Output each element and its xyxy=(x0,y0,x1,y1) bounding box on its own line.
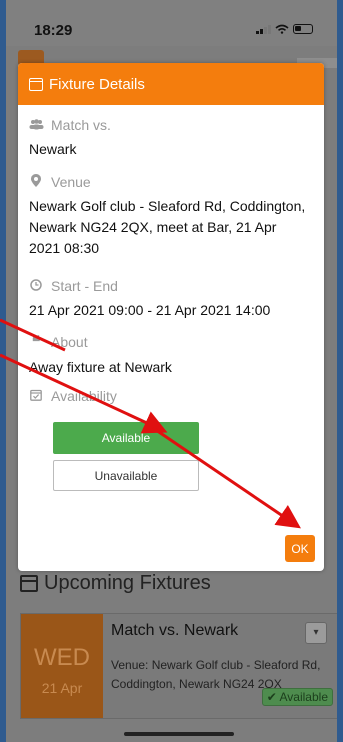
time-value: 21 Apr 2021 09:00 - 21 Apr 2021 14:00 xyxy=(29,302,271,318)
map-marker-icon xyxy=(29,174,43,190)
home-indicator[interactable] xyxy=(124,732,234,736)
status-time: 18:29 xyxy=(34,22,73,39)
modal-title: Fixture Details xyxy=(49,75,145,93)
fixture-card[interactable]: WED 21 Apr Match vs. Newark ▾ Venue: New… xyxy=(20,613,337,719)
fixture-details-modal: Fixture Details Match vs. Newark Venue N… xyxy=(18,63,324,571)
upcoming-fixtures-title: Upcoming Fixtures xyxy=(44,572,211,594)
available-button[interactable]: Available xyxy=(53,422,199,454)
venue-label: Venue xyxy=(51,174,91,190)
fixture-dropdown-button[interactable]: ▾ xyxy=(305,622,327,644)
users-icon xyxy=(29,118,44,133)
calendar-icon xyxy=(20,575,38,592)
unavailable-button[interactable]: Unavailable xyxy=(53,460,199,491)
about-label: About xyxy=(51,333,88,350)
time-section: Start - End 21 Apr 2021 09:00 - 21 Apr 2… xyxy=(29,278,270,321)
venue-value: Newark Golf club - Sleaford Rd, Coddingt… xyxy=(29,198,306,256)
status-icons xyxy=(256,24,313,34)
match-label: Match vs. xyxy=(51,117,111,133)
calendar-check-icon xyxy=(29,389,43,404)
about-value: Away fixture at Newark xyxy=(29,359,172,375)
quote-icon: ❝ xyxy=(31,332,41,351)
calendar-icon xyxy=(29,77,43,91)
status-bar: 18:29 xyxy=(6,0,337,46)
fixture-availability-badge: ✔ Available xyxy=(261,688,333,706)
upcoming-fixtures-heading: Upcoming Fixtures xyxy=(20,572,211,595)
fixture-date-block: WED 21 Apr xyxy=(21,614,103,718)
time-label: Start - End xyxy=(51,278,118,294)
modal-header: Fixture Details xyxy=(18,63,324,105)
battery-icon xyxy=(293,24,313,34)
fixture-title: Match vs. Newark xyxy=(111,622,239,639)
availability-section: Availability xyxy=(29,388,117,404)
venue-section: Venue Newark Golf club - Sleaford Rd, Co… xyxy=(29,174,319,259)
ok-button[interactable]: OK xyxy=(285,535,315,562)
match-value: Newark xyxy=(29,141,77,157)
match-section: Match vs. Newark xyxy=(29,117,111,160)
clock-icon xyxy=(29,278,43,294)
availability-label: Availability xyxy=(51,388,117,404)
about-section: ❝ About Away fixture at Newark xyxy=(29,332,172,378)
wifi-icon xyxy=(275,24,289,34)
fixture-date: 21 Apr xyxy=(41,680,83,696)
signal-icon xyxy=(256,25,271,34)
fixture-day: WED xyxy=(34,644,90,671)
